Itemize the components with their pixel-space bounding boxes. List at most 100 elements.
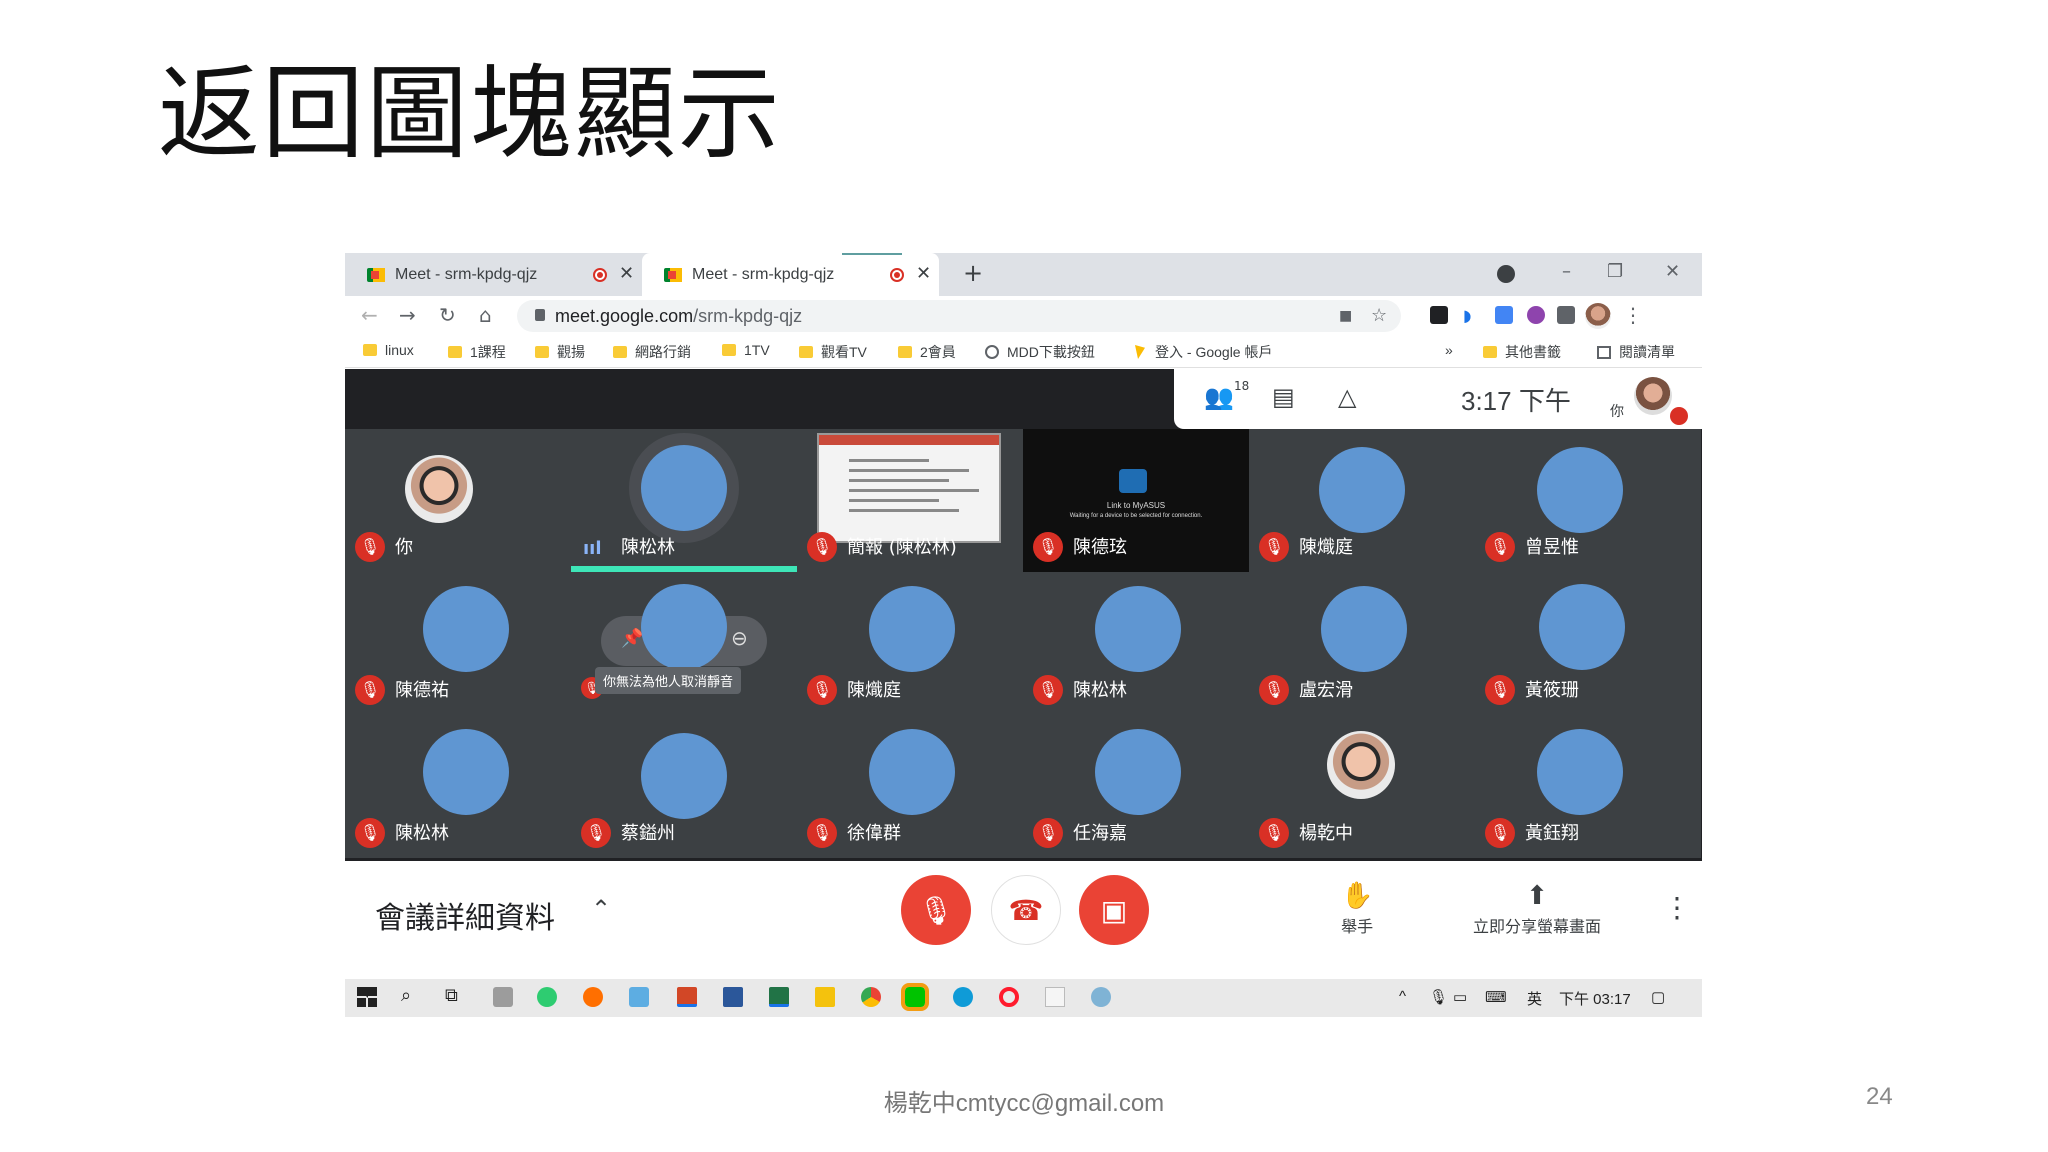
reload-icon[interactable]: ↻ xyxy=(439,303,456,327)
word-icon[interactable] xyxy=(723,987,743,1007)
participant-tile[interactable]: 🎙 陳松林 xyxy=(345,715,571,858)
menu-icon[interactable]: ⋮ xyxy=(1623,303,1643,327)
line-icon[interactable] xyxy=(901,983,929,1011)
extensions-puzzle-icon[interactable] xyxy=(1557,306,1575,324)
reading-list-icon xyxy=(1597,345,1611,359)
participant-tile[interactable]: 🎙 你 xyxy=(345,429,571,572)
participant-name: 陳德玹 xyxy=(1073,537,1127,558)
forward-icon[interactable]: → xyxy=(399,303,416,327)
new-tab-button[interactable]: + xyxy=(963,259,983,287)
participant-tile[interactable]: 🎙 黃鈺翔 xyxy=(1475,715,1701,858)
back-icon[interactable]: ← xyxy=(361,303,378,327)
profile-avatar[interactable] xyxy=(1585,303,1611,329)
mic-toggle-button[interactable]: 🎙 xyxy=(901,875,971,945)
tray-chevron-icon[interactable]: ^ xyxy=(1399,988,1406,1005)
extension-icon[interactable] xyxy=(1430,306,1448,324)
chat-icon[interactable]: ▤ xyxy=(1272,383,1295,411)
participant-tile[interactable]: 🎙 陳熾庭 xyxy=(1249,429,1475,572)
participant-tile[interactable]: 🎙 曾昱惟 xyxy=(1475,429,1701,572)
participant-tile[interactable]: 🎙 陳松林 xyxy=(1023,572,1249,715)
read-aloud-icon[interactable]: ◗ xyxy=(1463,306,1481,325)
leave-call-button[interactable]: ☎ xyxy=(991,875,1061,945)
present-now-button[interactable]: ⬆ 立即分享螢幕畫面 xyxy=(1473,881,1601,937)
bookmark-linux[interactable]: linux xyxy=(363,342,414,358)
file-explorer-icon[interactable] xyxy=(815,987,835,1007)
minimize-button[interactable]: – xyxy=(1562,261,1571,282)
participant-tile[interactable]: 🎙 陳德祐 xyxy=(345,572,571,715)
camera-icon[interactable]: ■ xyxy=(1339,308,1352,324)
bookmark-1tv[interactable]: 1TV xyxy=(722,342,770,358)
participant-tile[interactable]: Link to MyASUS Waiting for a device to b… xyxy=(1023,429,1249,572)
task-view-icon[interactable]: ⧉ xyxy=(445,985,458,1006)
close-window-button[interactable]: ✕ xyxy=(1665,261,1680,282)
avatar xyxy=(1095,586,1181,672)
bookmark-marketing[interactable]: 網路行銷 xyxy=(613,342,691,362)
wechat-icon[interactable] xyxy=(537,987,557,1007)
meeting-details-button[interactable]: 會議詳細資料 xyxy=(375,893,555,937)
translate-icon[interactable] xyxy=(1495,306,1513,324)
excel-icon[interactable] xyxy=(769,987,789,1007)
reading-list[interactable]: 閱讀清單 xyxy=(1597,342,1675,362)
edge-icon[interactable] xyxy=(953,987,973,1007)
participant-tile[interactable]: 🎙 徐偉群 xyxy=(797,715,1023,858)
camera-off-icon: ▣ xyxy=(1100,893,1128,927)
bookmark-watch-tv[interactable]: 觀看TV xyxy=(799,342,867,362)
ime-indicator[interactable]: 英 xyxy=(1527,988,1542,1009)
microphone-icon[interactable]: 🎙 xyxy=(1429,988,1448,1006)
activities-icon[interactable]: △ xyxy=(1338,383,1356,411)
extension-icon[interactable] xyxy=(1527,306,1545,324)
participant-tile[interactable]: 🎙 楊乾中 xyxy=(1249,715,1475,858)
powerpoint-icon[interactable] xyxy=(677,987,697,1007)
participant-count: 18 xyxy=(1234,379,1250,393)
remove-icon[interactable]: ⊖ xyxy=(731,626,748,650)
tab-meet-2[interactable]: Meet - srm-kpdg-qjz ✕ xyxy=(642,253,939,296)
chrome-icon[interactable] xyxy=(861,987,881,1007)
notifications-icon[interactable]: ▢ xyxy=(1651,988,1665,1006)
network-icon[interactable]: ▭ xyxy=(1453,988,1467,1006)
bookmark-mdd[interactable]: MDD下載按鈕 xyxy=(985,342,1095,362)
restore-button[interactable]: ❐ xyxy=(1607,261,1623,282)
other-bookmarks[interactable]: 其他書籤 xyxy=(1483,342,1561,362)
notepad-icon[interactable] xyxy=(1045,987,1065,1007)
raise-hand-button[interactable]: ✋ 舉手 xyxy=(1341,881,1373,937)
avatar xyxy=(1095,729,1181,815)
bookmark-guanyang[interactable]: 觀揚 xyxy=(535,342,585,362)
tab-meet-1[interactable]: Meet - srm-kpdg-qjz ✕ xyxy=(345,253,642,296)
slide: 返回圖塊顯示 Meet - srm-kpdg-qjz ✕ Meet - srm-… xyxy=(0,0,2048,1152)
bookmark-star-icon[interactable]: ☆ xyxy=(1371,305,1387,326)
pin-icon[interactable]: 📌 xyxy=(621,628,643,649)
people-icon[interactable]: 👥 xyxy=(1204,383,1234,411)
close-tab-icon[interactable]: ✕ xyxy=(619,263,634,284)
participant-tile[interactable]: 🎙 黃筱珊 xyxy=(1475,572,1701,715)
search-icon[interactable]: ⌕ xyxy=(401,985,411,1006)
home-icon[interactable]: ⌂ xyxy=(479,303,492,327)
tab-search-icon[interactable] xyxy=(1497,265,1515,283)
participant-tile[interactable]: 🎙 蔡鎰州 xyxy=(571,715,797,858)
app-icon[interactable] xyxy=(493,987,513,1007)
address-bar[interactable]: meet.google.com/srm-kpdg-qjz ■ ☆ xyxy=(517,300,1401,332)
participant-tile[interactable]: ııl 陳松林 xyxy=(571,429,797,572)
bookmark-course[interactable]: 1課程 xyxy=(448,342,506,362)
bookmark-google-login[interactable]: 登入 - Google 帳戶 xyxy=(1135,342,1272,362)
start-menu-icon[interactable] xyxy=(357,987,377,1007)
bookmark-members[interactable]: 2會員 xyxy=(898,342,956,362)
firefox-icon[interactable] xyxy=(583,987,603,1007)
keyboard-icon[interactable]: ⌨ xyxy=(1485,988,1507,1006)
self-label: 你 xyxy=(1610,404,1624,420)
more-options-icon[interactable]: ⋮ xyxy=(1663,891,1691,924)
opera-icon[interactable] xyxy=(999,987,1019,1007)
participant-tile[interactable]: 🎙 盧宏滑 xyxy=(1249,572,1475,715)
camera-toggle-button[interactable]: ▣ xyxy=(1079,875,1149,945)
chevron-up-icon[interactable]: ⌃ xyxy=(591,895,611,923)
bookmarks-overflow[interactable]: » xyxy=(1445,342,1453,358)
presentation-tile[interactable]: 🎙 簡報 (陳松林) xyxy=(797,429,1023,572)
taskbar-clock[interactable]: 下午 03:17 xyxy=(1559,988,1631,1009)
avatar xyxy=(423,729,509,815)
participant-tile[interactable]: 📌 ⊖ 🎙 你無法為他人取消靜音 xyxy=(571,572,797,715)
shared-screen xyxy=(817,433,1001,543)
participant-tile[interactable]: 🎙 任海嘉 xyxy=(1023,715,1249,858)
ie-icon[interactable] xyxy=(1091,987,1111,1007)
participant-tile[interactable]: 🎙 陳熾庭 xyxy=(797,572,1023,715)
app-icon[interactable] xyxy=(629,987,649,1007)
close-tab-icon[interactable]: ✕ xyxy=(916,263,931,284)
